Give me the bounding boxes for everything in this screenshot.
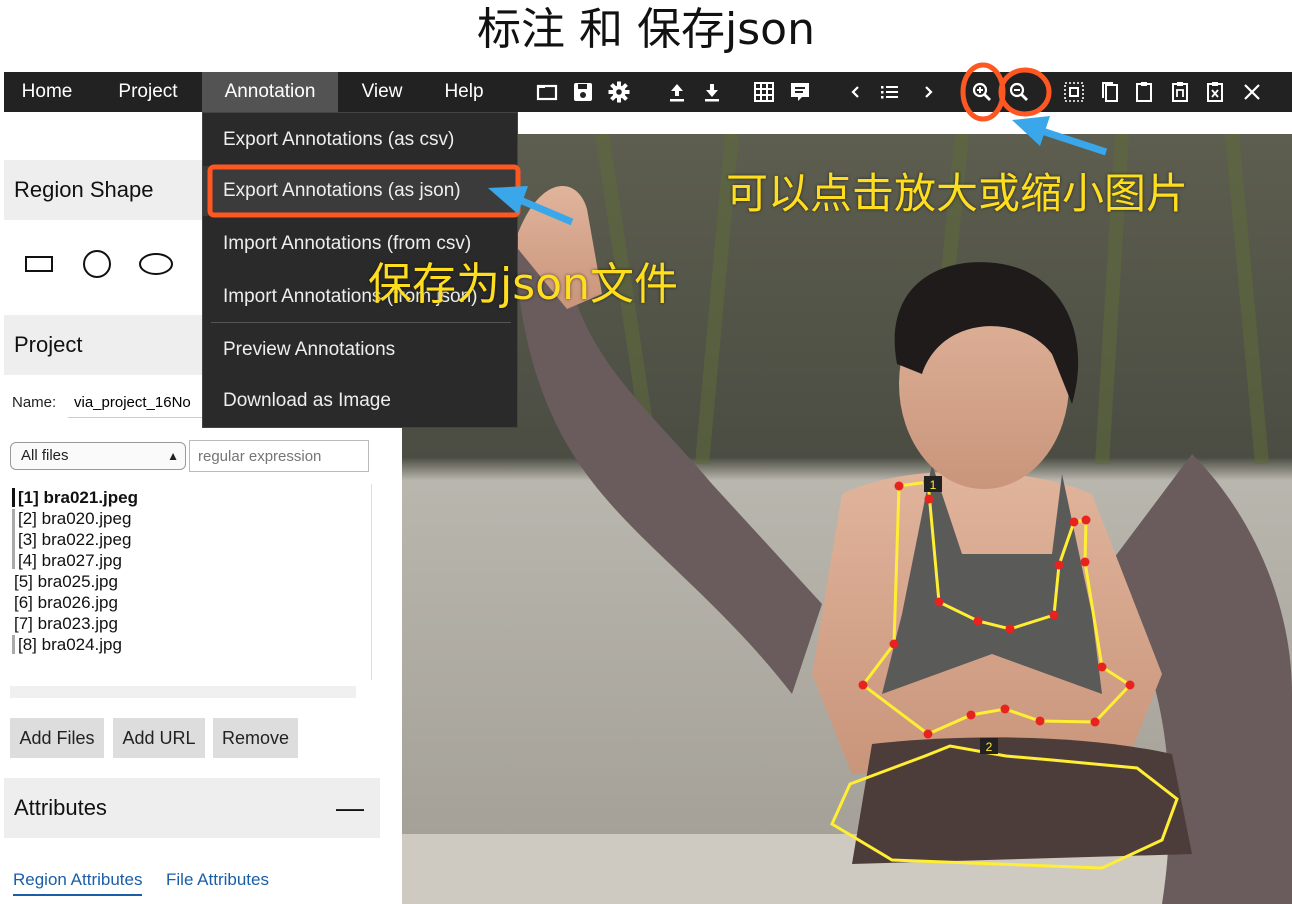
collapse-icon[interactable]: —	[336, 778, 364, 838]
select-all-icon[interactable]	[1062, 80, 1086, 104]
file-list-item[interactable]: [4] bra027.jpg	[18, 550, 122, 571]
file-marker	[12, 509, 15, 569]
next-icon[interactable]	[916, 80, 940, 104]
menu-project[interactable]: Project	[100, 72, 196, 112]
add-url-button[interactable]: Add URL	[113, 718, 205, 758]
save-icon[interactable]	[571, 80, 595, 104]
preview-annotations-item[interactable]: Preview Annotations	[203, 325, 517, 375]
menu-help[interactable]: Help	[426, 72, 502, 112]
paste-icon[interactable]	[1132, 80, 1156, 104]
region-label-2: 2	[986, 740, 993, 754]
tab-region-attributes[interactable]: Region Attributes	[13, 870, 143, 896]
menu-divider	[211, 322, 511, 323]
file-filter-select[interactable]: All files ▲︎	[10, 442, 186, 470]
attributes-heading[interactable]: Attributes —	[4, 778, 380, 838]
upload-icon[interactable]	[665, 80, 689, 104]
export-json-item[interactable]: Export Annotations (as json)	[203, 166, 517, 216]
file-marker	[12, 635, 15, 654]
current-file-marker	[12, 488, 15, 507]
file-filter-value: All files	[21, 447, 69, 464]
select-arrow-icon: ▲︎	[167, 449, 179, 463]
paste-n-icon[interactable]	[1168, 80, 1192, 104]
file-list-item[interactable]: [6] bra026.jpg	[14, 592, 118, 613]
file-list: [1] bra021.jpeg [2] bra020.jpeg [3] bra0…	[10, 484, 372, 680]
copy-icon[interactable]	[1098, 80, 1122, 104]
menubar: Home Project Annotation View Help	[4, 72, 1292, 112]
circle-icon[interactable]	[82, 250, 112, 284]
region-label-1: 1	[930, 478, 937, 492]
folder-icon[interactable]	[535, 80, 559, 104]
menu-home[interactable]: Home	[4, 72, 90, 112]
menu-view[interactable]: View	[342, 72, 422, 112]
regex-filter-input[interactable]	[189, 440, 369, 472]
file-list-scrollbar[interactable]	[10, 686, 356, 698]
ellipse-icon[interactable]	[138, 252, 174, 281]
image-canvas-area: 1 2	[402, 112, 1292, 904]
grid-icon[interactable]	[752, 80, 776, 104]
file-list-item[interactable]: [2] bra020.jpeg	[18, 508, 131, 529]
file-list-item[interactable]: [1] bra021.jpeg	[18, 487, 138, 508]
file-list-item[interactable]: [8] bra024.jpg	[18, 634, 122, 655]
zoom-callout-text: 可以点击放大或缩小图片	[726, 169, 1189, 218]
list-icon[interactable]	[878, 80, 902, 104]
attributes-title: Attributes	[14, 795, 107, 820]
file-list-item[interactable]: [3] bra022.jpeg	[18, 529, 131, 550]
close-icon[interactable]	[1240, 80, 1264, 104]
file-list-item[interactable]: [5] bra025.jpg	[14, 571, 118, 592]
paste-delete-icon[interactable]	[1203, 80, 1227, 104]
tab-file-attributes[interactable]: File Attributes	[166, 870, 269, 890]
project-name-label: Name:	[12, 394, 57, 411]
add-files-button[interactable]: Add Files	[10, 718, 104, 758]
export-csv-item[interactable]: Export Annotations (as csv)	[203, 115, 517, 165]
download-image-item[interactable]: Download as Image	[203, 376, 517, 426]
file-list-item[interactable]: [7] bra023.jpg	[14, 613, 118, 634]
rectangle-icon[interactable]	[24, 252, 54, 281]
page-title: 标注 和 保存json	[477, 4, 815, 55]
menu-annotation[interactable]: Annotation	[202, 72, 338, 112]
prev-icon[interactable]	[844, 80, 868, 104]
download-icon[interactable]	[700, 80, 724, 104]
save-json-callout-text: 保存为json文件	[368, 259, 678, 310]
gear-icon[interactable]	[607, 80, 631, 104]
remove-button[interactable]: Remove	[213, 718, 298, 758]
comment-icon[interactable]	[788, 80, 812, 104]
zoom-out-icon[interactable]	[1007, 80, 1031, 104]
zoom-in-icon[interactable]	[970, 80, 994, 104]
